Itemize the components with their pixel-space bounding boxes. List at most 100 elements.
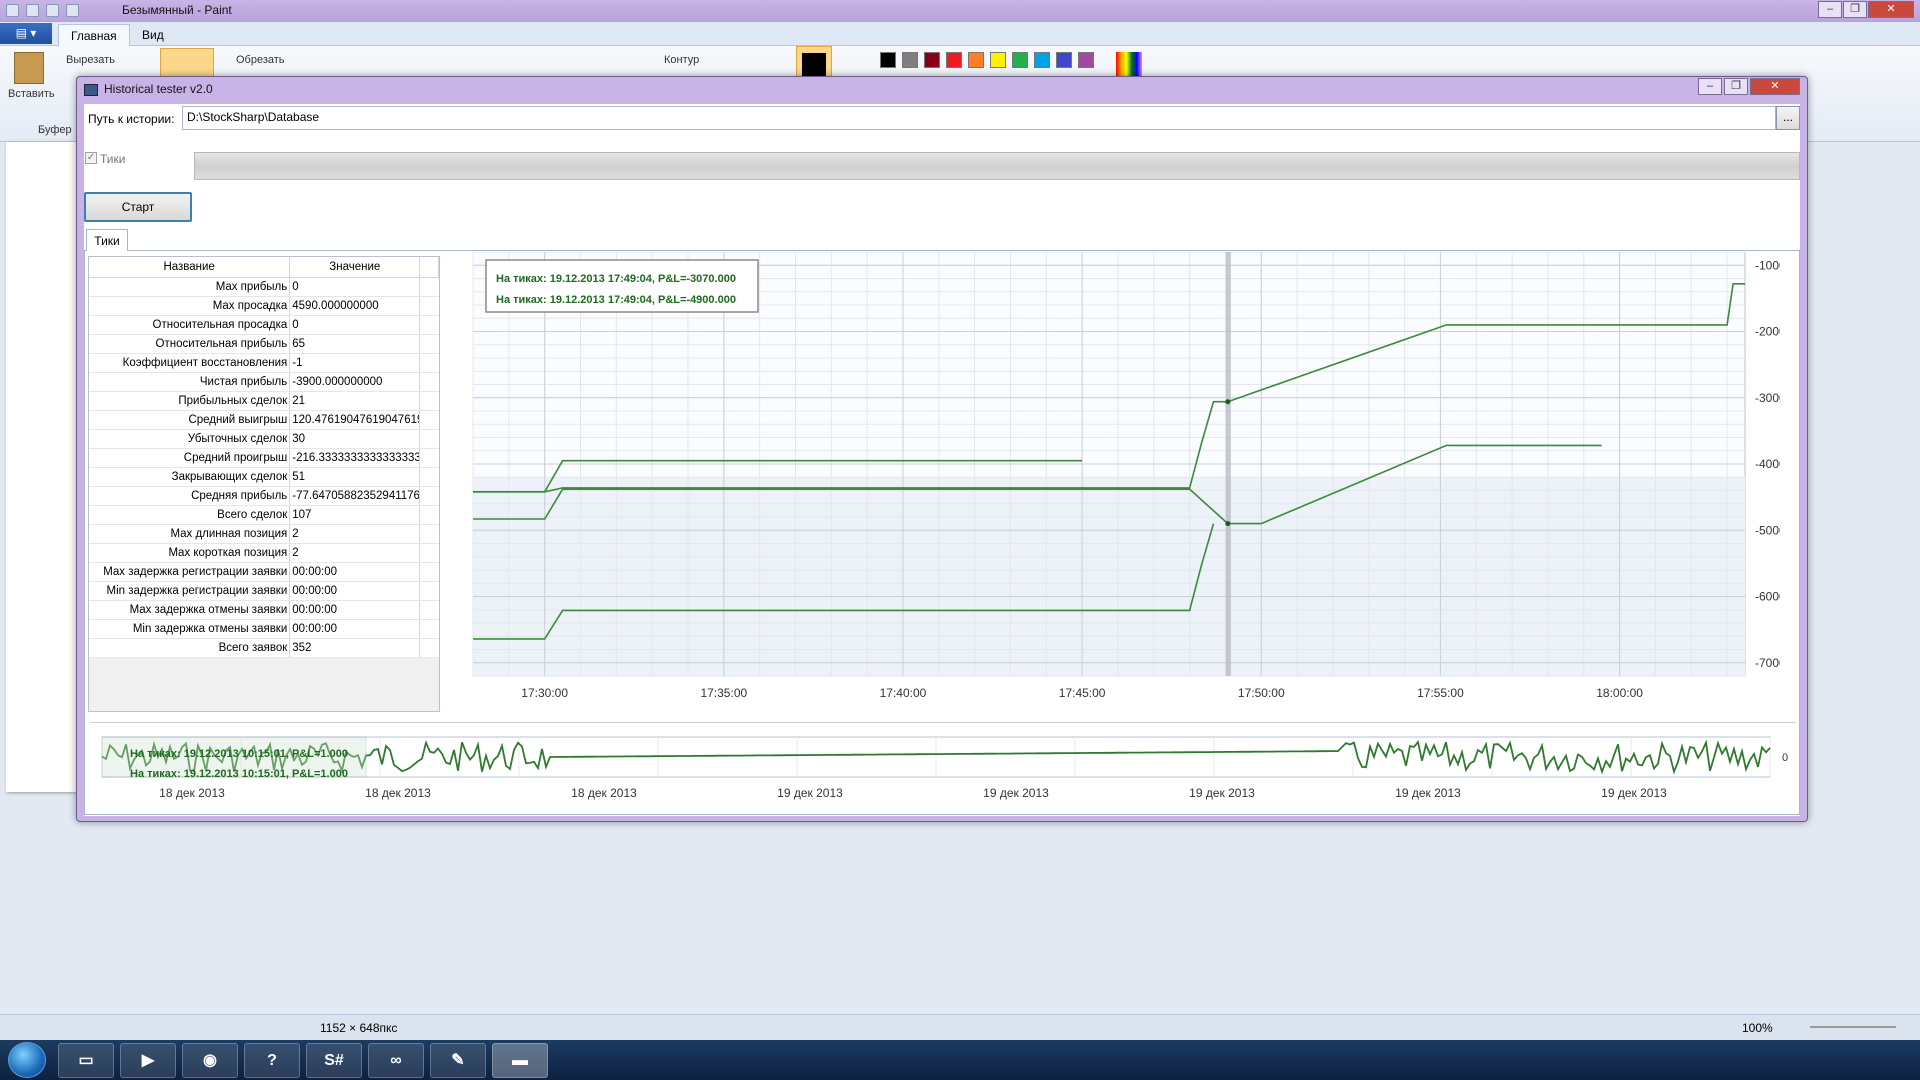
- table-row[interactable]: Min задержка регистрации заявки 00:00:00: [89, 581, 439, 601]
- column-header-value[interactable]: Значение: [289, 257, 421, 278]
- taskbar-media-icon[interactable]: ▶: [120, 1043, 176, 1078]
- x-tick-label: 17:30:00: [521, 686, 568, 700]
- table-row[interactable]: Закрывающих сделок 51: [89, 467, 439, 487]
- table-row[interactable]: Min задержка отмены заявки 00:00:00: [89, 619, 439, 639]
- swatch-darkred[interactable]: [924, 52, 940, 68]
- cursor-point: [1225, 399, 1231, 405]
- table-row[interactable]: Относительная просадка 0: [89, 315, 439, 335]
- stat-value: -216.33333333333333333: [289, 448, 421, 468]
- ticks-checkbox[interactable]: ✓: [85, 152, 97, 164]
- stat-value: 120.476190476190476190: [289, 410, 421, 430]
- stat-name: Коэффициент восстановления: [89, 353, 291, 373]
- table-row[interactable]: Max просадка 4590.000000000: [89, 296, 439, 316]
- paint-app-icon: [6, 4, 19, 17]
- stat-empty: [419, 486, 439, 506]
- browse-button[interactable]: ...: [1776, 106, 1800, 130]
- taskbar-tester-icon[interactable]: ▬: [492, 1043, 548, 1078]
- navigator-x-tick-label: 18 дек 2013: [571, 786, 637, 800]
- table-row[interactable]: Max задержка регистрации заявки 00:00:00: [89, 562, 439, 582]
- tab-view[interactable]: Вид: [130, 24, 176, 46]
- table-row[interactable]: Относительная прибыль 65: [89, 334, 439, 354]
- navigator-x-tick-label: 19 дек 2013: [1189, 786, 1255, 800]
- taskbar-stocksharp-icon[interactable]: S#: [306, 1043, 362, 1078]
- cursor-line: [1225, 252, 1231, 676]
- taskbar-visualstudio-icon[interactable]: ∞: [368, 1043, 424, 1078]
- clipboard-icon[interactable]: [14, 52, 44, 84]
- table-row[interactable]: Коэффициент восстановления -1: [89, 353, 439, 373]
- undo-icon[interactable]: [46, 4, 59, 17]
- stat-value: 0: [289, 315, 421, 335]
- swatch-orange[interactable]: [968, 52, 984, 68]
- table-row[interactable]: Всего сделок 107: [89, 505, 439, 525]
- cut-label[interactable]: Вырезать: [66, 54, 115, 66]
- table-row[interactable]: Max прибыль 0: [89, 277, 439, 297]
- start-test-button[interactable]: Старт: [84, 192, 192, 222]
- swatch-green[interactable]: [1012, 52, 1028, 68]
- table-row[interactable]: Всего заявок 352: [89, 638, 439, 658]
- swatch-red[interactable]: [946, 52, 962, 68]
- table-row[interactable]: Убыточных сделок 30: [89, 429, 439, 449]
- outline-label[interactable]: Контур: [664, 54, 699, 66]
- x-tick-label: 17:35:00: [700, 686, 747, 700]
- crop-label[interactable]: Обрезать: [236, 54, 285, 66]
- swatch-turquoise[interactable]: [1034, 52, 1050, 68]
- stat-value: 00:00:00: [289, 562, 421, 582]
- swatch-indigo[interactable]: [1056, 52, 1072, 68]
- taskbar-explorer-icon[interactable]: ▭: [58, 1043, 114, 1078]
- swatch-purple[interactable]: [1078, 52, 1094, 68]
- cursor-point: [1225, 521, 1231, 527]
- swatch-gray[interactable]: [902, 52, 918, 68]
- stat-empty: [419, 638, 439, 658]
- table-row[interactable]: Прибыльных сделок 21: [89, 391, 439, 411]
- stat-empty: [419, 505, 439, 525]
- table-row[interactable]: Средняя прибыль -77.6470588235294117647: [89, 486, 439, 506]
- column-header-name[interactable]: Название: [89, 257, 291, 278]
- table-row[interactable]: Средний выигрыш 120.476190476190476190: [89, 410, 439, 430]
- table-row[interactable]: Max короткая позиция 2: [89, 543, 439, 563]
- table-row[interactable]: Средний проигрыш -216.33333333333333333: [89, 448, 439, 468]
- stat-name: Чистая прибыль: [89, 372, 291, 392]
- table-row[interactable]: Max длинная позиция 2: [89, 524, 439, 544]
- stat-empty: [419, 277, 439, 297]
- tab-home[interactable]: Главная: [58, 24, 130, 46]
- navigator-x-tick-label: 18 дек 2013: [159, 786, 225, 800]
- tester-close-button[interactable]: ✕: [1750, 78, 1800, 95]
- paint-window-title: Безымянный - Paint: [122, 3, 232, 17]
- stat-name: Max короткая позиция: [89, 543, 291, 563]
- edit-colors-icon[interactable]: [1116, 52, 1142, 78]
- tester-minimize-button[interactable]: –: [1698, 78, 1722, 95]
- swatch-black[interactable]: [880, 52, 896, 68]
- tester-maximize-button[interactable]: ❐: [1724, 78, 1748, 95]
- table-row[interactable]: Max задержка отмены заявки 00:00:00: [89, 600, 439, 620]
- table-row[interactable]: Чистая прибыль -3900.000000000: [89, 372, 439, 392]
- stat-empty: [419, 543, 439, 563]
- stat-value: 352: [289, 638, 421, 658]
- stat-value: -1: [289, 353, 421, 373]
- history-path-input[interactable]: D:\StockSharp\Database: [182, 106, 1776, 130]
- taskbar-paint-icon[interactable]: ✎: [430, 1043, 486, 1078]
- stat-value: 2: [289, 524, 421, 544]
- equity-chart[interactable]: -1000 -2000 -3000 -4000 -5000 -6000 -7000 17:30…: [472, 252, 1780, 710]
- navigator-chart[interactable]: На тиках: 19.12.2013 10:15:01, P&L=1.000…: [90, 722, 1796, 812]
- paint-file-menu-button[interactable]: ▤ ▾: [0, 23, 52, 44]
- tab-ticks[interactable]: Тики: [86, 229, 128, 251]
- stat-name: Max просадка: [89, 296, 291, 316]
- paste-label[interactable]: Вставить: [8, 88, 55, 100]
- taskbar-help-icon[interactable]: ?: [244, 1043, 300, 1078]
- redo-icon[interactable]: [66, 4, 79, 17]
- tester-window-title: Historical tester v2.0: [104, 82, 213, 96]
- paint-minimize-button[interactable]: –: [1818, 1, 1842, 18]
- swatch-yellow[interactable]: [990, 52, 1006, 68]
- plot-shade: [473, 477, 1745, 676]
- paint-close-button[interactable]: ✕: [1868, 1, 1914, 18]
- stat-value: 2: [289, 543, 421, 563]
- start-button[interactable]: [8, 1042, 46, 1078]
- stat-value: 65: [289, 334, 421, 354]
- paint-canvas[interactable]: [6, 142, 76, 792]
- save-icon[interactable]: [26, 4, 39, 17]
- taskbar-chrome-icon[interactable]: ◉: [182, 1043, 238, 1078]
- x-tick-label: 17:40:00: [880, 686, 927, 700]
- zoom-slider[interactable]: [1810, 1026, 1896, 1028]
- paint-maximize-button[interactable]: ❐: [1843, 1, 1867, 18]
- x-tick-label: 17:55:00: [1417, 686, 1464, 700]
